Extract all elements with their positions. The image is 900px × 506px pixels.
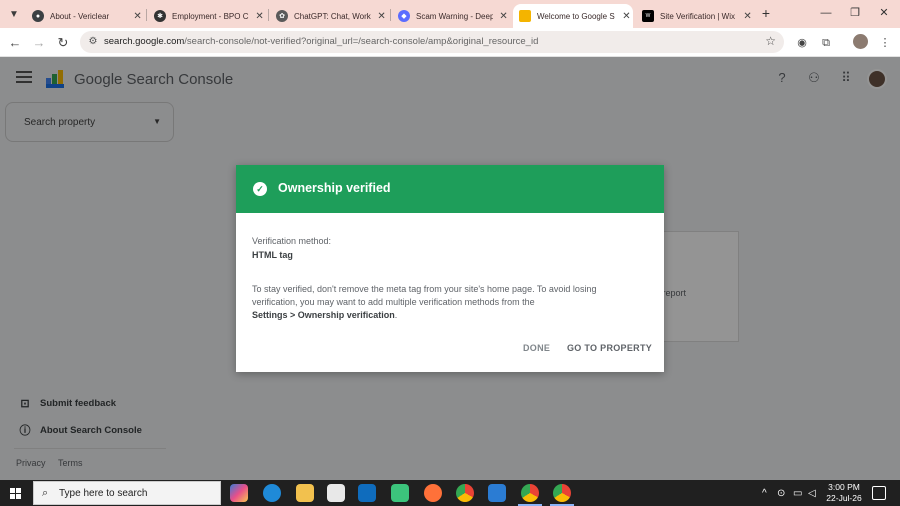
taskbar-clock[interactable]: 3:00 PM 22-Jul-26 [824, 482, 864, 504]
dialog-header: ✓ Ownership verified [236, 165, 664, 213]
verification-method-value: HTML tag [252, 250, 293, 260]
tab-site-verification[interactable]: W Site Verification | Wix ✕ [636, 4, 754, 28]
extensions-icon[interactable]: ⧉ [818, 35, 834, 51]
search-console-icon [519, 10, 531, 22]
back-arrow-icon[interactable]: ← [6, 34, 24, 52]
network-icon[interactable]: ▭ [793, 488, 802, 499]
tab-strip: ▼ ● About - Vericlear ✕ ✱ Employment - B… [0, 0, 900, 28]
dialog-body: Verification method: HTML tag To stay ve… [252, 235, 642, 322]
close-tab-icon[interactable]: ✕ [375, 11, 388, 22]
windows-taskbar: ⌕ Type here to search ^ ⊙ ▭ ◁ 3:00 PM 22… [0, 480, 900, 506]
volume-icon[interactable]: ◁ [808, 488, 816, 499]
edge-icon[interactable] [263, 484, 281, 502]
tab-vericlear[interactable]: ● About - Vericlear ✕ [26, 4, 144, 28]
wix-icon: W [642, 10, 654, 22]
site-info-icon[interactable]: ⚙ [86, 35, 100, 49]
notification-icon[interactable] [872, 486, 886, 500]
close-tab-icon[interactable]: ✕ [741, 11, 754, 22]
profile-avatar[interactable] [853, 34, 868, 49]
ownership-verified-dialog: ✓ Ownership verified Verification method… [236, 165, 664, 372]
tab-welcome-google[interactable]: Welcome to Google S ✕ [513, 4, 633, 28]
globe-icon: ● [32, 10, 44, 22]
deepseek-icon: ◆ [398, 10, 410, 22]
settings-path: Settings > Ownership verification [252, 310, 395, 320]
tray-overflow-icon[interactable]: ^ [762, 488, 767, 499]
browser-toolbar: ← → ↻ ⚙ search.google.com/search-console… [0, 28, 900, 57]
close-tab-icon[interactable]: ✕ [253, 11, 266, 22]
reload-icon[interactable]: ↻ [54, 34, 72, 52]
tray-app-icon[interactable]: ⊙ [777, 488, 785, 499]
new-tab-button[interactable]: + [758, 5, 774, 21]
tab-divider [268, 9, 269, 21]
camera-icon[interactable]: ◉ [794, 35, 810, 51]
taskbar-search-box[interactable]: ⌕ Type here to search [33, 481, 221, 505]
outlook-icon[interactable] [358, 484, 376, 502]
close-tab-icon[interactable]: ✕ [497, 11, 510, 22]
forward-arrow-icon[interactable]: → [30, 34, 48, 52]
chrome-icon[interactable] [521, 484, 539, 502]
tab-divider [146, 9, 147, 21]
check-circle-icon: ✓ [253, 182, 267, 196]
tab-scam-warning[interactable]: ◆ Scam Warning - Deep ✕ [392, 4, 510, 28]
tab-chatgpt[interactable]: ✿ ChatGPT: Chat, Work ✕ [270, 4, 388, 28]
minimize-icon[interactable]: — [816, 5, 836, 21]
firefox-icon[interactable] [424, 484, 442, 502]
address-bar[interactable]: ⚙ search.google.com/search-console/not-v… [80, 31, 784, 53]
app-icon[interactable] [391, 484, 409, 502]
tab-divider [390, 9, 391, 21]
dialog-paragraph: To stay verified, don't remove the meta … [252, 284, 597, 320]
close-tab-icon[interactable]: ✕ [620, 11, 633, 22]
url-text: search.google.com/search-console/not-ver… [104, 36, 539, 47]
go-to-property-button[interactable]: GO TO PROPERTY [567, 343, 652, 353]
tab-search-dropdown-icon[interactable]: ▼ [4, 4, 24, 24]
restore-icon[interactable]: ❐ [845, 5, 865, 21]
windows-start-icon[interactable] [10, 488, 21, 499]
word-icon[interactable] [488, 484, 506, 502]
search-icon: ⌕ [42, 487, 49, 499]
bookmark-star-icon[interactable]: ☆ [765, 34, 776, 48]
copilot-icon[interactable] [230, 484, 248, 502]
store-icon[interactable] [327, 484, 345, 502]
done-button[interactable]: DONE [523, 343, 550, 353]
chrome-icon[interactable] [553, 484, 571, 502]
file-explorer-icon[interactable] [296, 484, 314, 502]
gear-icon: ✱ [154, 10, 166, 22]
verification-method-label: Verification method: [252, 236, 332, 246]
more-menu-icon[interactable]: ⋮ [877, 35, 893, 51]
chrome-icon[interactable] [456, 484, 474, 502]
close-window-icon[interactable]: ✕ [874, 5, 894, 21]
close-tab-icon[interactable]: ✕ [131, 11, 144, 22]
dialog-title: Ownership verified [278, 181, 391, 195]
chatgpt-icon: ✿ [276, 10, 288, 22]
tab-employment[interactable]: ✱ Employment - BPO C ✕ [148, 4, 266, 28]
